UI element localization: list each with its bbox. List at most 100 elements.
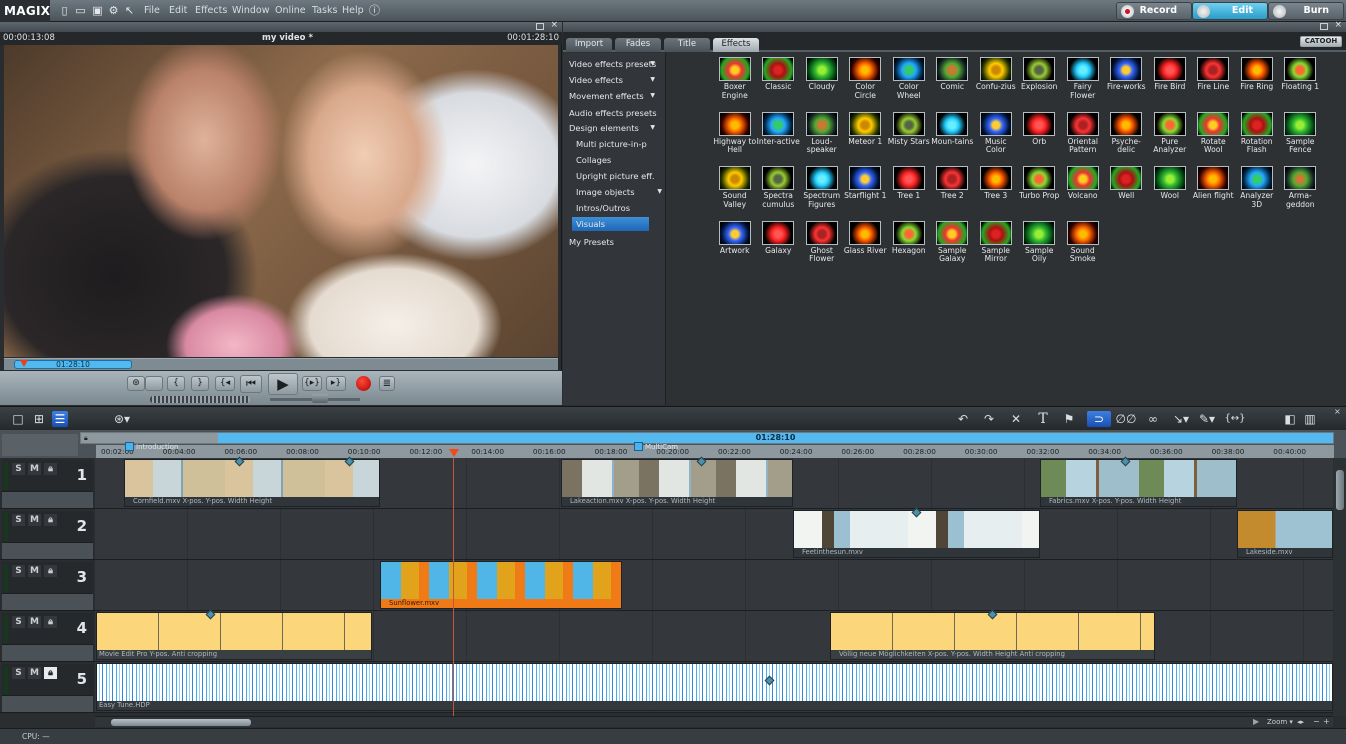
mute-button[interactable]: M [28, 565, 41, 577]
solo-button[interactable]: S [12, 514, 25, 526]
go-to-start-button[interactable]: ⏮ [240, 375, 262, 393]
effect-glass-river[interactable]: Glass River [844, 220, 888, 276]
vertical-scroll-thumb[interactable] [1336, 470, 1344, 510]
chevron-down-icon[interactable]: ▼ [650, 73, 655, 87]
category-visuals[interactable]: Visuals [572, 217, 649, 231]
vertical-scrollbar[interactable] [1334, 458, 1346, 716]
single-view-icon[interactable]: □ [10, 411, 26, 427]
close-icon[interactable]: × [1334, 20, 1342, 30]
effect-tree-3[interactable]: Tree 3 [974, 166, 1018, 221]
title-icon[interactable]: T [1035, 411, 1051, 427]
category-collages[interactable]: Collages [576, 153, 668, 167]
effect-fire-works[interactable]: Fire-works [1105, 57, 1149, 112]
effect-highway-to-hell[interactable]: Highway to Hell [713, 111, 757, 167]
marker-flag-icon[interactable] [125, 442, 134, 451]
menu-button[interactable]: ≣ [379, 376, 395, 391]
effect-spectra-cumulus[interactable]: Spectra cumulus [757, 166, 801, 221]
clip-lakeside[interactable]: Lakeside.mxv [1237, 510, 1333, 558]
horizontal-scrollbar[interactable]: ▶ Zoom ▾ ◂▸ − + [95, 716, 1333, 727]
effect-ghost-flower[interactable]: Ghost Flower [800, 220, 844, 276]
effect-well[interactable]: Well [1105, 166, 1149, 221]
category-image-objects[interactable]: Image objects ▼ [576, 185, 668, 199]
chevron-down-icon[interactable]: ▼ [657, 185, 662, 199]
effect-comic[interactable]: Comic [931, 57, 975, 112]
zoom-fit-icon[interactable]: ◂▸ [1297, 717, 1304, 727]
solo-button[interactable]: S [12, 565, 25, 577]
category-multi-picture-in-p[interactable]: Multi picture-in-p [576, 137, 668, 151]
in-point-button[interactable]: { [167, 376, 185, 391]
marker-flag-icon[interactable] [634, 442, 643, 451]
movie-menu-icon[interactable]: ⊛▾ [110, 411, 134, 427]
menu-window[interactable]: Window [232, 0, 269, 22]
lock-icon[interactable]: 🔒︎ [44, 667, 57, 679]
play-range[interactable]: 01:28:10 [218, 433, 1333, 443]
volume-knob[interactable] [312, 394, 328, 403]
effect-fairy-flower[interactable]: Fairy Flower [1061, 57, 1105, 112]
playhead-marker[interactable] [20, 360, 28, 367]
tab-import[interactable]: Import [566, 38, 612, 52]
zoom-dropdown[interactable]: Zoom ▾ [1267, 717, 1293, 727]
range-icon[interactable]: {↔}▾ [1222, 411, 1248, 440]
record-mode-button[interactable]: Record [1116, 2, 1192, 20]
effect-rotate-wool[interactable]: Rotate Wool [1192, 111, 1236, 167]
effect-inter-active[interactable]: Inter-active [757, 111, 801, 167]
timeline-playhead[interactable] [449, 449, 459, 457]
settings-icon[interactable]: ⚙ [107, 4, 120, 17]
record-button[interactable] [356, 376, 371, 391]
range-selection[interactable]: 01:28:10 [14, 360, 132, 369]
close-icon[interactable]: × [550, 20, 558, 30]
film-icon[interactable]: ⊛ [127, 376, 145, 391]
lock-icon[interactable]: 🔒︎ [84, 434, 88, 443]
lock-icon[interactable]: 🔒︎ [44, 463, 57, 475]
zoom-in-icon[interactable]: + [1323, 717, 1330, 727]
burn-mode-button[interactable]: Burn [1268, 2, 1344, 20]
menu-edit[interactable]: Edit [169, 0, 187, 22]
clip-sunflower[interactable]: Sunflower.mxv [380, 561, 622, 609]
mixer-icon[interactable]: ▥ [1302, 411, 1318, 427]
track-lane-3[interactable] [95, 560, 1333, 611]
effect-confu-zius[interactable]: Confu-zius [974, 57, 1018, 112]
effect-fire-line[interactable]: Fire Line [1192, 57, 1236, 112]
catooh-logo[interactable]: CATOOH [1300, 36, 1342, 47]
marker-introduction[interactable]: Introduction [136, 442, 178, 452]
open-folder-icon[interactable]: ▭ [74, 4, 87, 17]
maximize-icon[interactable] [536, 23, 544, 30]
link-icon[interactable]: ∞ [1145, 411, 1161, 427]
new-file-icon[interactable]: ▯ [58, 4, 71, 17]
storyboard-icon[interactable]: ⊞ [31, 411, 47, 427]
effect-tree-2[interactable]: Tree 2 [931, 166, 975, 221]
menu-tasks[interactable]: Tasks [312, 0, 337, 22]
mixer-toggle-icon[interactable]: ◧ [1282, 411, 1298, 427]
category-upright-picture-eff[interactable]: Upright picture eff. [576, 169, 668, 183]
cut-icon[interactable]: ✎▾ [1196, 411, 1218, 427]
marker-icon[interactable]: ⚑ [1061, 411, 1077, 427]
clip-title-movie-edit-pro[interactable]: Movie Edit Pro Y-pos. Anti cropping [96, 612, 372, 660]
tab-effects[interactable]: Effects [713, 38, 759, 52]
effect-alien-flight[interactable]: Alien flight [1192, 166, 1236, 221]
maximize-icon[interactable] [1320, 23, 1328, 30]
effect-explosion[interactable]: Explosion [1018, 57, 1062, 112]
jog-shuttle[interactable] [150, 396, 250, 403]
lock-icon[interactable]: 🔒︎ [44, 616, 57, 628]
save-icon[interactable]: ▣ [91, 4, 104, 17]
mute-button[interactable]: M [28, 514, 41, 526]
menu-help[interactable]: Help [342, 0, 364, 22]
menu-online[interactable]: Online [275, 0, 306, 22]
effect-arma-geddon[interactable]: Arma-geddon [1279, 166, 1323, 221]
effect-psyche-delic[interactable]: Psyche-delic [1105, 111, 1149, 167]
range-bar[interactable]: 🔒︎ 01:28:10 [80, 432, 1334, 444]
effect-rotation-flash[interactable]: Rotation Flash [1235, 111, 1279, 167]
horizontal-scroll-thumb[interactable] [111, 719, 251, 726]
category-video-effects[interactable]: Video effects ▼ [569, 73, 661, 87]
effect-volcano[interactable]: Volcano [1061, 166, 1105, 221]
effect-pure-analyzer[interactable]: Pure Analyzer [1148, 111, 1192, 167]
effect-classic[interactable]: Classic [757, 57, 801, 112]
track-lane-2[interactable] [95, 509, 1333, 560]
undo-icon[interactable]: ↶ [955, 411, 971, 427]
effect-color-wheel[interactable]: Color Wheel [887, 57, 931, 112]
effect-hexagon[interactable]: Hexagon [887, 220, 931, 276]
next-marker-button[interactable]: ▸} [326, 376, 346, 391]
effect-sample-galaxy[interactable]: Sample Galaxy [931, 220, 975, 276]
category-intros-outros[interactable]: Intros/Outros [576, 201, 668, 215]
category-video-effects-presets[interactable]: Video effects presets ▼ [569, 57, 661, 71]
